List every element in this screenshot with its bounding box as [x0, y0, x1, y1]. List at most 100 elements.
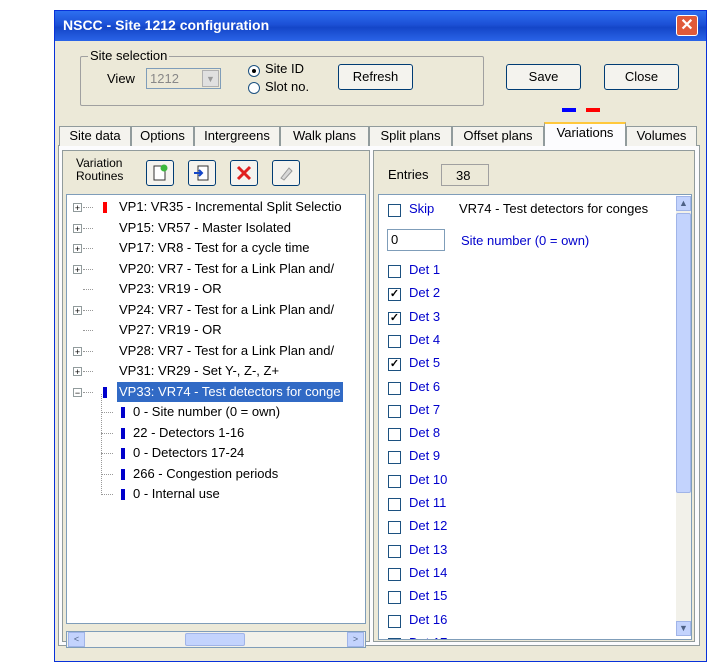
tree-horizontal-scrollbar[interactable]: < >	[66, 631, 366, 648]
status-marker	[121, 489, 125, 500]
detector-checkbox[interactable]: ✓	[388, 311, 401, 325]
scroll-down-button[interactable]: ▼	[676, 621, 691, 636]
tree-item[interactable]: VP27: VR19 - OR	[67, 320, 365, 340]
detector-label: Det 13	[409, 541, 448, 557]
refresh-button[interactable]: Refresh	[338, 64, 413, 90]
vertical-scroll-thumb[interactable]	[676, 213, 691, 493]
tree-item-label: VP33: VR74 - Test detectors for conge	[117, 381, 343, 402]
detector-label: Det 15	[409, 588, 448, 604]
detector-checkbox[interactable]	[388, 474, 401, 488]
tab-volumes[interactable]: Volumes	[626, 126, 697, 146]
new-routine-button[interactable]	[146, 160, 174, 186]
tree-item[interactable]: + VP28: VR7 - Test for a Link Plan and/	[67, 341, 365, 361]
routine-title: VR74 - Test detectors for conges	[459, 201, 649, 216]
detector-checkbox[interactable]	[388, 567, 401, 581]
detector-label: Det 7	[409, 401, 441, 417]
detector-label: Det 6	[409, 378, 441, 394]
tree-connector	[83, 248, 93, 249]
tree-child-label: 22 - Detectors 1-16	[133, 424, 245, 440]
detector-checkbox[interactable]	[388, 404, 401, 418]
tab-offset-plans[interactable]: Offset plans	[452, 126, 544, 146]
radio-slot-no-label: Slot no.	[265, 79, 310, 94]
detector-checkbox[interactable]	[388, 265, 401, 278]
view-combo[interactable]: 1212 ▼	[146, 68, 221, 89]
status-marker	[121, 448, 125, 459]
expand-icon[interactable]: +	[73, 223, 82, 233]
tab-walk-plans[interactable]: Walk plans	[280, 126, 369, 146]
detector-label: Det 9	[409, 448, 441, 464]
detector-checkbox[interactable]	[388, 637, 401, 639]
skip-checkbox[interactable]	[388, 204, 401, 217]
tree-item[interactable]: + VP15: VR57 - Master Isolated	[67, 218, 365, 238]
eraser-button[interactable]	[272, 160, 300, 186]
tree-connector	[83, 371, 93, 372]
collapse-icon[interactable]: −	[73, 387, 82, 397]
tab-options[interactable]: Options	[131, 126, 194, 146]
import-button[interactable]	[188, 160, 216, 186]
expand-icon[interactable]: +	[73, 305, 82, 315]
scroll-left-button[interactable]: <	[68, 632, 85, 647]
expand-icon[interactable]: +	[73, 367, 82, 377]
scroll-right-button[interactable]: >	[347, 632, 364, 647]
tree-connector	[83, 309, 93, 311]
title-bar[interactable]: NSCC - Site 1212 configuration ✕	[55, 11, 706, 41]
routines-label: Variation Routines	[76, 157, 123, 183]
tree-item-label: VP1: VR35 - Incremental Split Selectio	[119, 199, 342, 214]
tree-item[interactable]: + VP1: VR35 - Incremental Split Selectio	[67, 197, 365, 217]
details-vertical-scrollbar[interactable]: ▲ ▼	[676, 196, 691, 636]
chevron-down-icon[interactable]: ▼	[202, 70, 219, 87]
detector-checkbox[interactable]	[388, 498, 401, 511]
detector-checkbox[interactable]	[388, 334, 401, 348]
tab-site-data[interactable]: Site data	[59, 126, 131, 146]
tab-intergreens[interactable]: Intergreens	[194, 126, 280, 146]
window-close-button[interactable]: ✕	[676, 15, 698, 36]
routines-tree[interactable]: + VP1: VR35 - Incremental Split Selectio +…	[66, 194, 366, 624]
tree-child-label: 0 - Detectors 17-24	[133, 445, 245, 460]
new-routine-icon	[153, 164, 168, 181]
entries-value-box: 38	[441, 164, 489, 186]
tree-item[interactable]: + VP20: VR7 - Test for a Link Plan and/	[67, 259, 365, 279]
status-marker	[103, 202, 107, 213]
expand-icon[interactable]: +	[73, 203, 82, 213]
tree-connector	[101, 432, 113, 434]
detector-checkbox[interactable]	[388, 428, 401, 442]
radio-slot-no[interactable]	[248, 82, 260, 94]
tab-variations[interactable]: Variations	[544, 122, 626, 146]
details-list[interactable]: Skip VR74 - Test detectors for conges 0 Sit…	[378, 194, 692, 640]
detector-checkbox[interactable]	[388, 451, 401, 465]
radio-site-id[interactable]	[248, 65, 260, 77]
tab-split-plans[interactable]: Split plans	[369, 126, 452, 146]
tree-connector	[101, 412, 113, 413]
tree-item[interactable]: + VP24: VR7 - Test for a Link Plan and/	[67, 300, 365, 320]
delete-button[interactable]	[230, 160, 258, 186]
detector-label: Det 5	[409, 355, 441, 371]
expand-icon[interactable]: +	[73, 264, 82, 274]
detector-checkbox[interactable]	[388, 521, 401, 535]
detector-label: Det 4	[409, 331, 441, 347]
scroll-up-button[interactable]: ▲	[676, 196, 691, 211]
status-marker	[121, 407, 125, 418]
radio-site-id-label: Site ID	[265, 61, 305, 76]
detector-checkbox[interactable]: ✓	[388, 358, 401, 372]
tree-connector	[101, 394, 102, 495]
detector-checkbox[interactable]	[388, 544, 401, 558]
tree-item[interactable]: + VP31: VR29 - Set Y-, Z-, Z+	[67, 361, 365, 381]
tree-item-label: VP27: VR19 - OR	[119, 322, 222, 337]
detector-label: Det 17	[409, 635, 447, 639]
expand-icon[interactable]: +	[73, 346, 82, 356]
scroll-thumb[interactable]	[185, 633, 245, 646]
tree-item[interactable]: + VP17: VR8 - Test for a cycle time	[67, 238, 365, 258]
detector-checkbox[interactable]	[388, 614, 401, 628]
save-button[interactable]: Save	[506, 64, 581, 90]
detector-checkbox[interactable]: ✓	[388, 288, 401, 302]
close-button[interactable]: Close	[604, 64, 679, 90]
red-indicator	[586, 108, 600, 112]
tree-item[interactable]: VP23: VR19 - OR	[67, 279, 365, 299]
expand-icon[interactable]: +	[73, 244, 82, 254]
detector-checkbox[interactable]	[388, 381, 401, 395]
detector-checkbox[interactable]	[388, 591, 401, 605]
view-combo-value: 1212	[150, 71, 179, 86]
status-marker	[121, 468, 125, 480]
tree-item[interactable]: − VP33: VR74 - Test detectors for conge	[67, 381, 365, 402]
site-number-input[interactable]: 0	[387, 229, 445, 251]
